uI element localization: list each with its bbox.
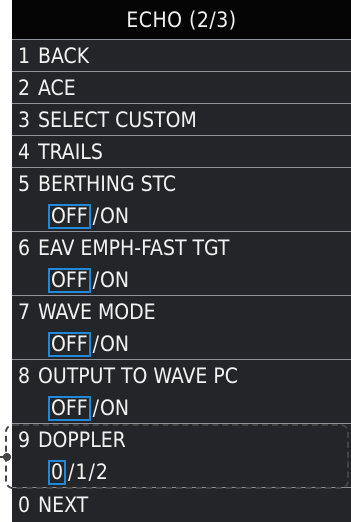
menu-item-label: WAVE MODE: [38, 300, 156, 324]
menu-item-berthing-stc[interactable]: 5 BERTHING STC OFF/ON: [12, 167, 351, 231]
menu-item-label: OUTPUT TO WAVE PC: [38, 364, 238, 388]
menu-item-label: DOPPLER: [38, 428, 126, 452]
menu-item-number: 2: [18, 76, 31, 100]
wave-mode-options: OFF/ON: [48, 328, 129, 360]
menu-item-number: 5: [18, 172, 31, 196]
output-to-wave-pc-off-option[interactable]: OFF: [48, 396, 91, 421]
output-to-wave-pc-on-option[interactable]: ON: [100, 396, 129, 420]
menu-item-back[interactable]: 1 BACK: [12, 39, 351, 71]
doppler-option-0[interactable]: 0: [48, 460, 67, 485]
output-to-wave-pc-options: OFF/ON: [48, 392, 129, 424]
eav-emph-off-option[interactable]: OFF: [48, 268, 91, 293]
wave-mode-on-option[interactable]: ON: [100, 332, 129, 356]
eav-emph-options: OFF/ON: [48, 264, 129, 296]
menu-item-number: 0: [18, 493, 31, 517]
doppler-options: 0/1/2: [48, 456, 108, 488]
menu-item-number: 6: [18, 236, 31, 260]
menu-item-number: 9: [18, 428, 31, 452]
menu-item-number: 7: [18, 300, 31, 324]
callout-pointer-dot: [3, 453, 11, 461]
berthing-stc-off-option[interactable]: OFF: [48, 204, 91, 229]
menu-item-number: 4: [18, 140, 31, 164]
menu-item-label: NEXT: [38, 493, 89, 517]
menu-title: ECHO (2/3): [126, 7, 237, 32]
menu-item-number: 1: [18, 44, 31, 68]
berthing-stc-options: OFF/ON: [48, 200, 129, 232]
echo-menu: ECHO (2/3) 1 BACK 2 ACE 3 SELECT CUSTOM 4 TR…: [12, 0, 351, 522]
menu-item-doppler[interactable]: 9 DOPPLER 0/1/2: [12, 423, 351, 487]
eav-emph-on-option[interactable]: ON: [100, 268, 129, 292]
menu-item-select-custom[interactable]: 3 SELECT CUSTOM: [12, 103, 351, 135]
menu-item-label: BERTHING STC: [38, 172, 177, 196]
berthing-stc-on-option[interactable]: ON: [100, 204, 129, 228]
menu-item-output-to-wave-pc[interactable]: 8 OUTPUT TO WAVE PC OFF/ON: [12, 359, 351, 423]
menu-item-number: 3: [18, 108, 31, 132]
menu-item-label: BACK: [38, 44, 90, 68]
menu-item-eav-emph-fast-tgt[interactable]: 6 EAV EMPH-FAST TGT OFF/ON: [12, 231, 351, 295]
menu-item-wave-mode[interactable]: 7 WAVE MODE OFF/ON: [12, 295, 351, 359]
menu-item-label: SELECT CUSTOM: [38, 108, 197, 132]
menu-item-label: ACE: [38, 76, 76, 100]
wave-mode-off-option[interactable]: OFF: [48, 332, 91, 357]
menu-item-trails[interactable]: 4 TRAILS: [12, 135, 351, 167]
menu-item-label: TRAILS: [38, 140, 103, 164]
menu-item-next[interactable]: 0 NEXT: [12, 487, 351, 522]
doppler-option-1[interactable]: 1: [75, 460, 87, 484]
doppler-option-2[interactable]: 2: [96, 460, 108, 484]
menu-item-number: 8: [18, 364, 31, 388]
menu-item-label: EAV EMPH-FAST TGT: [38, 236, 230, 260]
menu-item-ace[interactable]: 2 ACE: [12, 71, 351, 103]
